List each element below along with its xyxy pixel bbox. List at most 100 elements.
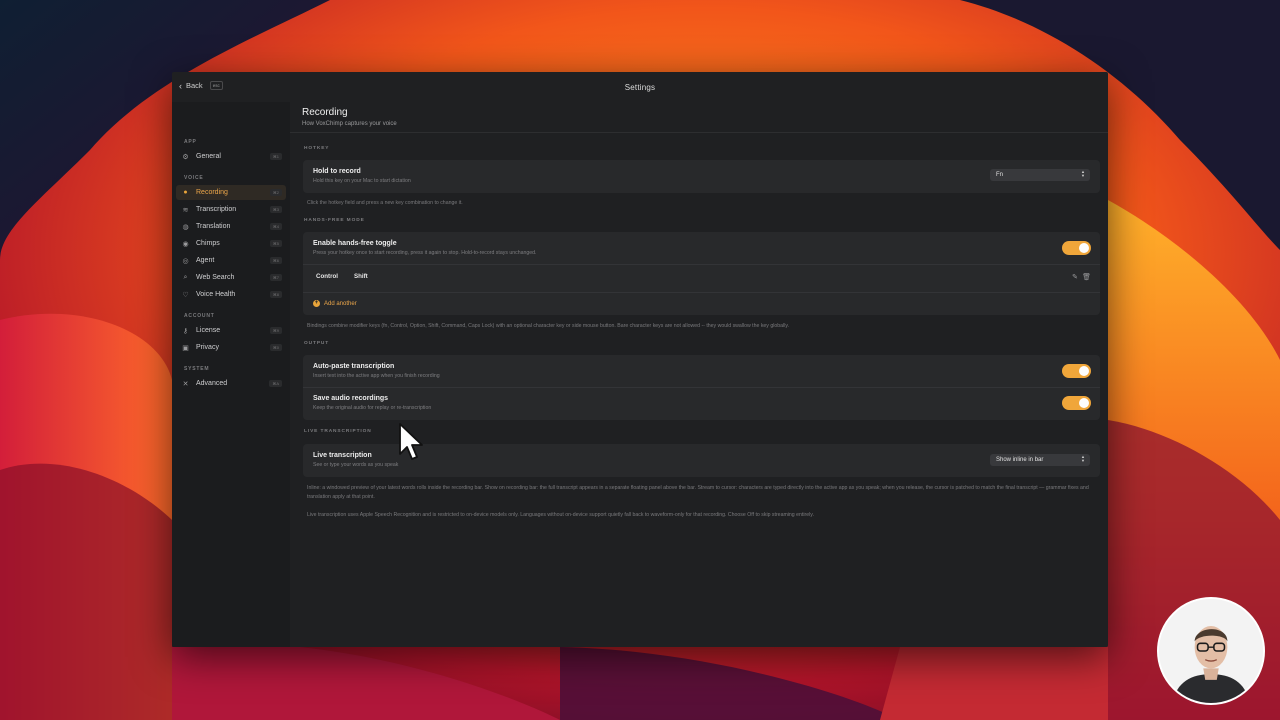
sidebar-item-label: Chimps [196,240,220,247]
shortcut-badge: ⌘9 [269,327,282,334]
live-transcription-desc: See or type your words as you speak [313,462,399,468]
section-hands-free: HANDS-FREE MODE [304,218,365,223]
toggle-knob [1079,366,1089,376]
sidebar-group-app: APP [184,139,197,145]
auto-paste-title: Auto-paste transcription [313,363,395,370]
window-titlebar: ‹ Back esc Settings [172,72,1108,102]
mouse-pointer-icon [399,423,423,460]
back-button[interactable]: ‹ Back esc [179,81,223,90]
sidebar-item-chimps[interactable]: ◉ Chimps ⌘5 [176,236,286,251]
globe-icon: ◍ [182,223,189,231]
sidebar-item-voice-health[interactable]: ♡ Voice Health ⌘8 [176,287,286,302]
lock-icon: ▣ [182,344,189,352]
shortcut-badge: ⌘0 [269,344,282,351]
toggle-knob [1079,398,1089,408]
hands-free-help: Bindings combine modifier keys (fn, Cont… [307,323,789,329]
page-title: Recording [302,107,348,118]
up-down-chevron-icon: ▲ ▼ [1081,454,1085,463]
sidebar-group-account: ACCOUNT [184,313,215,319]
row-divider [303,292,1100,293]
chimp-icon: ◉ [182,240,189,248]
hotkey-help: Click the hotkey field and press a new k… [307,200,463,206]
binding-key-control: Control [316,273,338,280]
toggle-knob [1079,243,1089,253]
shortcut-badge: ⌘3 [269,206,282,213]
sidebar-item-license[interactable]: ⚷ License ⌘9 [176,323,286,338]
auto-paste-toggle[interactable] [1062,364,1091,378]
sidebar-item-agent[interactable]: ◎ Agent ⌘6 [176,253,286,268]
sidebar-item-label: Voice Health [196,291,236,298]
section-hotkey: HOTKEY [304,146,330,151]
window-title: Settings [624,82,656,92]
live-transcription-title: Live transcription [313,452,372,459]
shortcut-badge: ⌘8 [269,291,282,298]
esc-shortcut-badge: esc [209,81,223,90]
output-card: Auto-paste transcription Insert text int… [303,355,1100,420]
up-down-chevron-icon: ▲ ▼ [1081,169,1085,178]
microphone-icon: ● [183,189,188,196]
sidebar-group-voice: VOICE [184,175,204,181]
back-label: Back [186,81,203,90]
save-audio-toggle[interactable] [1062,396,1091,410]
binding-key-shift: Shift [354,273,368,280]
gear-icon: ⚙ [182,153,189,161]
sidebar-item-transcription[interactable]: ≋ Transcription ⌘3 [176,202,286,217]
live-transcription-help-2: Live transcription uses Apple Speech Rec… [307,512,814,518]
hands-free-toggle[interactable] [1062,241,1091,255]
header-divider [290,132,1108,133]
save-audio-desc: Keep the original audio for replay or re… [313,405,432,411]
chevron-left-icon: ‹ [179,80,182,91]
heart-icon: ♡ [182,291,189,299]
sidebar-item-label: Transcription [196,206,237,213]
search-icon: ⌕ [183,273,188,281]
tools-icon: ✕ [182,380,189,388]
plus-circle-icon: + [313,300,320,307]
sidebar-item-web-search[interactable]: ⌕ Web Search ⌘7 [176,270,286,285]
binding-row: Control Shift ✎ 🗑 [303,264,1100,292]
section-output: OUTPUT [304,341,330,346]
hold-to-record-title: Hold to record [313,168,361,175]
hotkey-select[interactable]: Fn ▲ ▼ [990,169,1090,181]
agent-icon: ◎ [182,257,189,265]
sidebar-item-label: Agent [196,257,215,264]
save-audio-title: Save audio recordings [313,395,389,402]
shortcut-badge: ⌘4 [269,223,282,230]
shortcut-badge: ⌘2 [269,189,282,196]
row-divider [303,387,1100,388]
sidebar-item-privacy[interactable]: ▣ Privacy ⌘0 [176,340,286,355]
sidebar-item-label: General [196,153,221,160]
auto-paste-desc: Insert text into the active app when you… [313,373,440,379]
live-transcription-help-1: Inline: a windowed preview of your lates… [307,485,1089,500]
hands-free-title: Enable hands-free toggle [313,240,397,247]
waveform-icon: ≋ [182,206,189,214]
sidebar-group-system: SYSTEM [184,366,210,372]
add-another-button[interactable]: + Add another [313,300,357,307]
shortcut-badge: ⌘5 [269,240,282,247]
hotkey-card: Hold to record Hold this key on your Mac… [303,160,1100,193]
edit-icon[interactable]: ✎ [1072,273,1078,281]
webcam-overlay [1157,597,1265,705]
settings-content: Recording How VoxChimp captures your voi… [290,102,1108,647]
hands-free-card: Enable hands-free toggle Press your hotk… [303,232,1100,315]
section-live-transcription: LIVE TRANSCRIPTION [304,429,372,434]
sidebar-item-label: Advanced [196,380,228,387]
sidebar-item-recording[interactable]: ● Recording ⌘2 [176,185,286,200]
key-icon: ⚷ [182,327,189,335]
shortcut-badge: ⌘7 [269,274,282,281]
hotkey-value: Fn [996,172,1004,178]
hands-free-desc: Press your hotkey once to start recordin… [313,250,537,256]
shortcut-badge: ⌘6 [269,257,282,264]
sidebar-item-translation[interactable]: ◍ Translation ⌘4 [176,219,286,234]
add-another-label: Add another [324,300,357,307]
sidebar-item-general[interactable]: ⚙ General ⌘1 [176,149,286,164]
sidebar: APP ⚙ General ⌘1 VOICE ● Recording ⌘2 ≋ … [172,102,290,647]
sidebar-item-label: Privacy [196,344,219,351]
sidebar-item-advanced[interactable]: ✕ Advanced ⌘A [176,376,286,391]
live-transcription-select[interactable]: Show inline in bar ▲ ▼ [990,454,1090,466]
page-subtitle: How VoxChimp captures your voice [302,121,397,127]
sidebar-item-label: Translation [196,223,231,230]
settings-window: ‹ Back esc Settings APP ⚙ General ⌘1 VOI… [172,72,1108,647]
presenter-portrait [1159,599,1263,703]
trash-icon[interactable]: 🗑 [1082,273,1091,281]
sidebar-item-label: License [196,327,221,334]
